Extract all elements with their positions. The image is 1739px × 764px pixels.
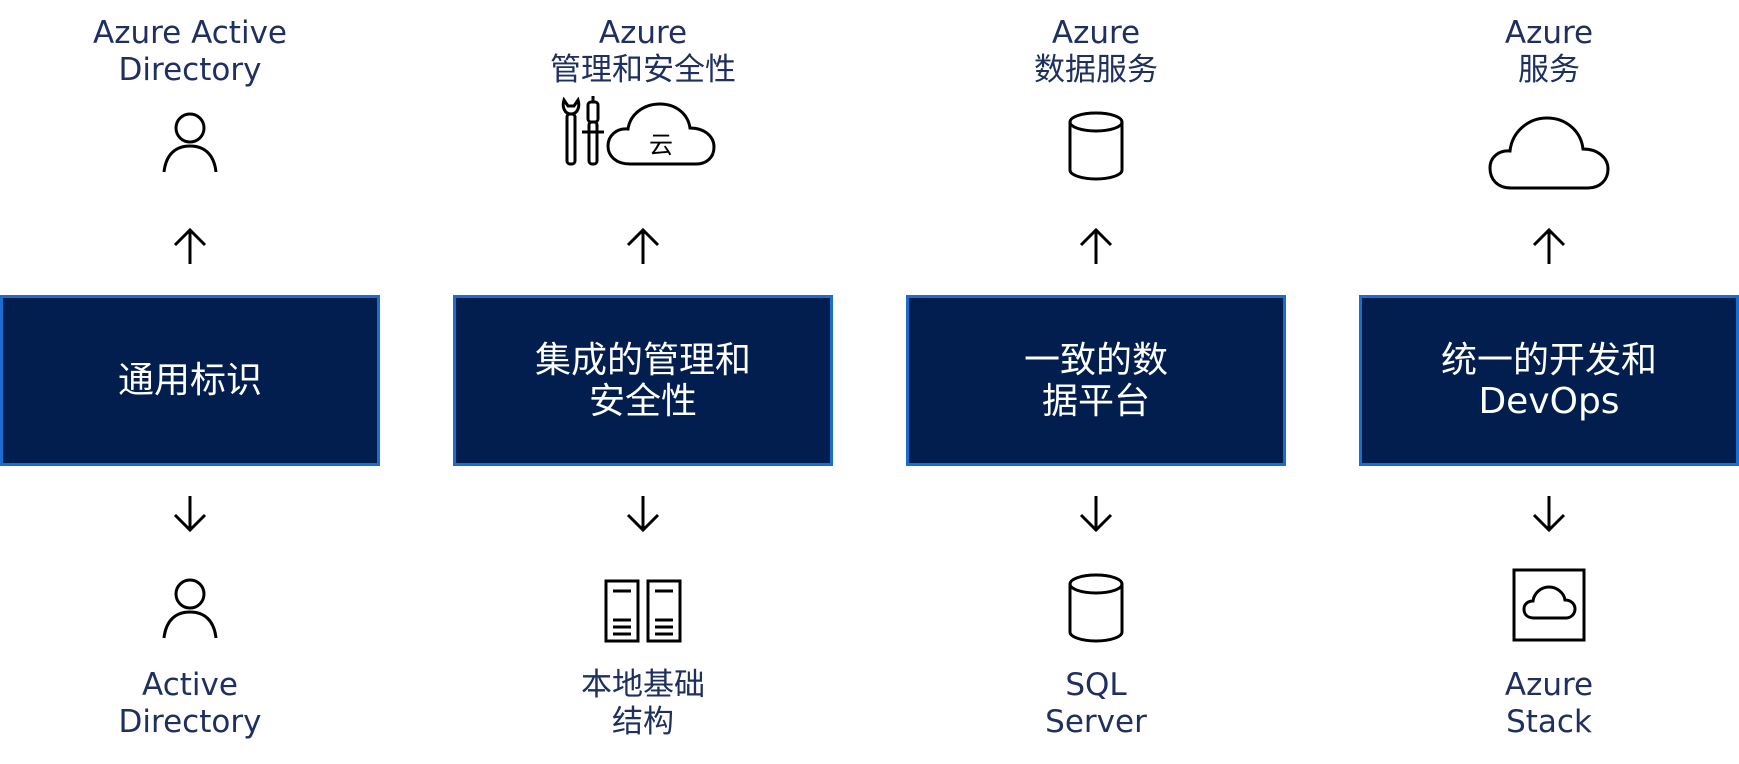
arrow-up-icon xyxy=(1079,227,1113,264)
bottom-label-line-2: Server xyxy=(1045,704,1147,740)
box-text-line-1: 通用标识 xyxy=(117,360,262,401)
database-icon xyxy=(1068,111,1124,181)
cloud-icon xyxy=(1488,116,1610,190)
cloud-label: 云 xyxy=(649,131,673,159)
tools-cloud-icon: 云 xyxy=(561,96,716,166)
bottom-label-line-2: Directory xyxy=(118,704,262,740)
arrow-down-icon xyxy=(1532,496,1566,533)
bottom-label: Azure Stack xyxy=(1359,667,1739,741)
box-text-line-1: 统一的开发和 xyxy=(1440,339,1657,381)
hybrid-diagram: Azure Active Directory 通用标识 Active Direc… xyxy=(0,0,1739,764)
top-label-line-1: Azure xyxy=(1504,15,1594,51)
pillar-box: 集成的管理和 安全性 xyxy=(453,295,833,466)
bottom-label: SQL Server xyxy=(906,667,1286,741)
box-text-line-2: 据平台 xyxy=(1041,380,1150,422)
column-management: Azure 管理和安全性 云 集成的管理和 安全性 本地基础 结构 xyxy=(453,0,833,764)
tools-icon xyxy=(561,96,604,166)
box-text-line-2: DevOps xyxy=(1478,380,1620,422)
pillar-box: 统一的开发和 DevOps xyxy=(1359,295,1739,466)
top-label-line-1: Azure Active xyxy=(92,15,287,51)
top-label-line-2: 管理和安全性 xyxy=(550,52,736,88)
top-label: Azure 管理和安全性 xyxy=(453,15,833,89)
bottom-label-line-1: 本地基础 xyxy=(581,667,705,703)
box-text-line-2: 安全性 xyxy=(588,380,697,422)
top-label: Azure 数据服务 xyxy=(906,15,1286,89)
bottom-label-line-1: SQL xyxy=(1065,667,1127,703)
top-label: Azure 服务 xyxy=(1359,15,1739,89)
top-label-line-2: 数据服务 xyxy=(1034,52,1158,88)
bottom-label: Active Directory xyxy=(0,667,380,741)
top-label-line-1: Azure xyxy=(1051,15,1141,51)
top-label-line-2: 服务 xyxy=(1518,52,1580,88)
arrow-up-icon xyxy=(626,227,660,264)
database-icon xyxy=(1068,573,1124,643)
column-identity: Azure Active Directory 通用标识 Active Direc… xyxy=(0,0,380,764)
arrow-down-icon xyxy=(173,496,207,533)
box-text-line-1: 一致的数 xyxy=(1023,339,1168,381)
top-label-line-2: Directory xyxy=(118,52,262,88)
column-devops: Azure 服务 统一的开发和 DevOps Azure Stack xyxy=(1359,0,1739,764)
bottom-label-line-2: Stack xyxy=(1506,704,1592,740)
arrow-down-icon xyxy=(1079,496,1113,533)
column-data: Azure 数据服务 一致的数 据平台 SQL Server xyxy=(906,0,1286,764)
top-label: Azure Active Directory xyxy=(0,15,380,89)
arrow-up-icon xyxy=(173,227,207,264)
arrow-down-icon xyxy=(626,496,660,533)
arrow-up-icon xyxy=(1532,227,1566,264)
top-label-line-1: Azure xyxy=(598,15,688,51)
bottom-label: 本地基础 结构 xyxy=(453,667,833,741)
bottom-label-line-1: Active xyxy=(142,667,238,703)
pillar-box: 通用标识 xyxy=(0,295,380,466)
cloud-box-icon xyxy=(1512,568,1586,642)
pillar-box: 一致的数 据平台 xyxy=(906,295,1286,466)
bottom-label-line-2: 结构 xyxy=(612,704,674,740)
server-icon xyxy=(604,579,682,643)
user-icon xyxy=(162,112,218,173)
box-text-line-1: 集成的管理和 xyxy=(534,339,751,381)
user-icon xyxy=(162,578,218,639)
bottom-label-line-1: Azure xyxy=(1504,667,1594,703)
